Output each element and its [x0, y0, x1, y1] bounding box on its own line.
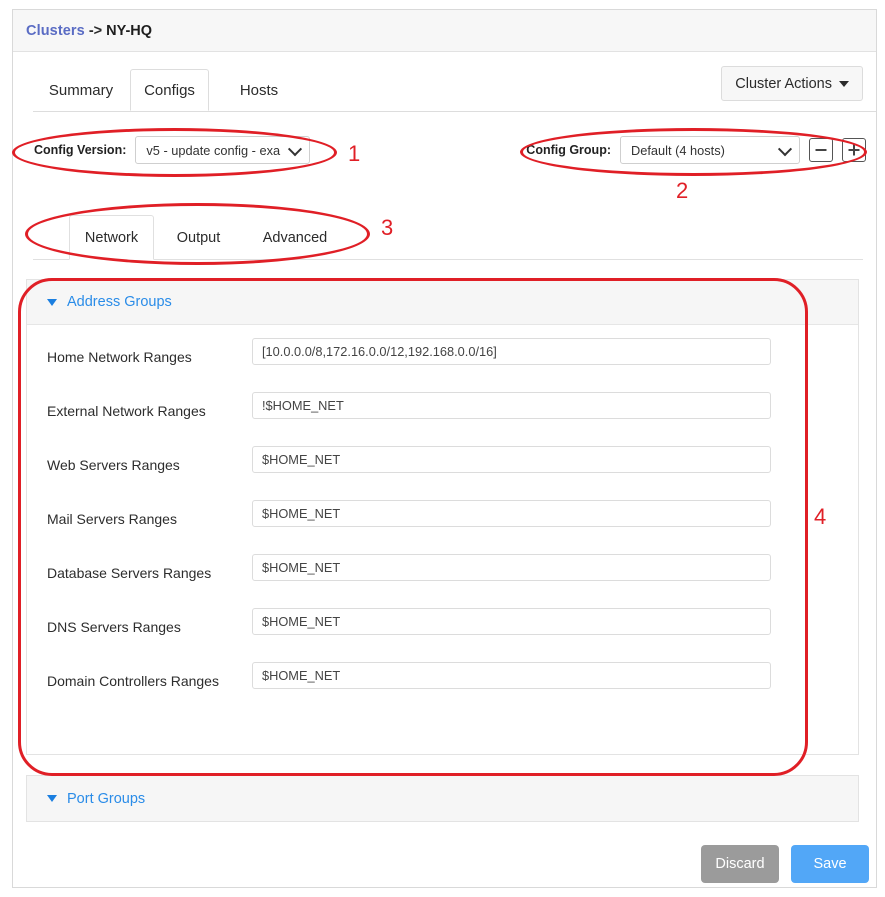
breadcrumb-separator: -> — [88, 22, 103, 39]
address-group-field-label: Domain Controllers Ranges — [47, 673, 219, 689]
address-group-field-input[interactable] — [252, 392, 771, 419]
address-group-field-input[interactable] — [252, 446, 771, 473]
subtab-output[interactable]: Output — [163, 215, 234, 260]
address-group-field-input[interactable] — [252, 608, 771, 635]
chevron-down-icon — [288, 142, 303, 157]
address-group-field-input[interactable] — [252, 554, 771, 581]
cluster-config-page: Clusters -> NY-HQ Summary Configs Hosts … — [0, 0, 885, 897]
address-groups-card: Address Groups Home Network Ranges Extern… — [26, 279, 859, 755]
config-group-group: Config Group: Default (4 hosts) — [526, 136, 866, 164]
chevron-down-icon — [777, 142, 793, 157]
address-group-field-input[interactable] — [252, 662, 771, 689]
config-selector-bar: Config Version: v5 - update config - exa… — [13, 112, 876, 184]
address-group-field-label: Web Servers Ranges — [47, 457, 180, 473]
address-group-field-label: Mail Servers Ranges — [47, 511, 177, 527]
breadcrumb-current-cluster: NY-HQ — [106, 22, 153, 39]
breadcrumb: Clusters -> NY-HQ — [13, 10, 876, 52]
cluster-actions-button[interactable]: Cluster Actions — [721, 66, 863, 101]
config-version-select[interactable]: v5 - update config - exa — [135, 136, 311, 164]
port-groups-header[interactable]: Port Groups — [27, 776, 858, 821]
config-subtab-bar: Network Output Advanced — [33, 215, 863, 260]
discard-button[interactable]: Discard — [701, 845, 779, 883]
address-group-field-input[interactable] — [252, 500, 771, 527]
config-version-group: Config Version: v5 - update config - exa — [34, 136, 311, 164]
address-group-field-label: External Network Ranges — [47, 403, 206, 419]
tab-configs[interactable]: Configs — [130, 69, 209, 111]
address-group-field-input[interactable] — [252, 338, 771, 365]
config-group-label: Config Group: — [526, 143, 611, 157]
address-group-field-label: Home Network Ranges — [47, 349, 192, 365]
chevron-down-icon — [839, 80, 849, 87]
config-group-select[interactable]: Default (4 hosts) — [620, 136, 800, 164]
cluster-actions-label: Cluster Actions — [735, 75, 832, 92]
address-group-field-label: DNS Servers Ranges — [47, 619, 181, 635]
triangle-down-icon — [47, 298, 57, 306]
remove-config-group-button[interactable] — [809, 138, 833, 162]
form-actions: Discard Save — [701, 845, 869, 883]
main-tab-bar: Summary Configs Hosts Cluster Actions — [13, 52, 876, 112]
breadcrumb-link-clusters[interactable]: Clusters — [26, 23, 85, 39]
config-version-label: Config Version: — [34, 143, 127, 157]
port-groups-title: Port Groups — [67, 790, 146, 807]
subtab-network[interactable]: Network — [69, 215, 154, 260]
address-group-field-label: Database Servers Ranges — [47, 565, 212, 581]
subtab-advanced[interactable]: Advanced — [243, 215, 347, 260]
triangle-down-icon — [47, 795, 57, 802]
add-config-group-button[interactable] — [842, 138, 866, 162]
tab-summary[interactable]: Summary — [33, 69, 129, 111]
address-group-field-row: Domain Controllers Ranges — [27, 662, 858, 725]
address-groups-header[interactable]: Address Groups — [27, 280, 858, 325]
config-group-value: Default (4 hosts) — [631, 142, 725, 158]
config-version-value: v5 - update config - exa — [146, 142, 281, 158]
port-groups-card: Port Groups — [26, 775, 859, 822]
address-groups-title: Address Groups — [67, 294, 172, 310]
tab-hosts[interactable]: Hosts — [219, 69, 299, 111]
address-groups-body: Home Network Ranges External Network Rang… — [27, 325, 858, 725]
save-button[interactable]: Save — [791, 845, 869, 883]
